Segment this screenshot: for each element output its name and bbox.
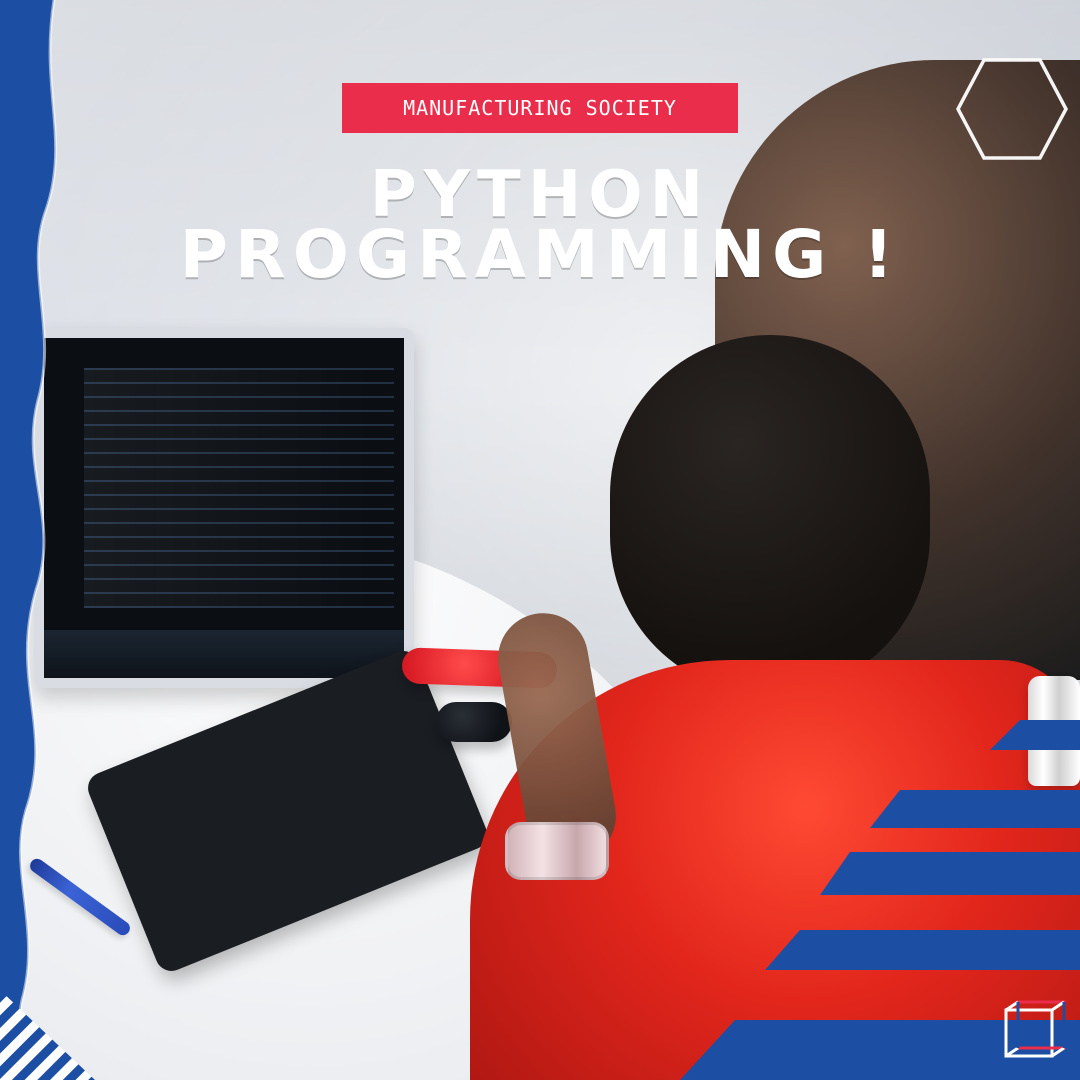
seated-person-head [610,335,930,695]
society-label: MANUFACTURING SOCIETY [342,83,738,133]
poster: MANUFACTURING SOCIETY PYTHON PROGRAMMING… [0,0,1080,1080]
hexagon-outline-icon [956,58,1068,160]
title-line-2: PROGRAMMING ! [179,216,901,293]
stripe [820,852,1080,895]
hatch-pattern [0,990,95,1080]
stripe [870,790,1080,828]
event-title: PYTHON PROGRAMMING ! [145,163,935,293]
left-blue-torn-edge [0,0,58,1080]
bottom-left-hatch [0,990,95,1080]
wristwatch [505,822,609,880]
cube-logo-icon [1004,1000,1066,1058]
mouse [436,702,512,742]
stripe [765,930,1080,970]
stripe [990,720,1080,750]
